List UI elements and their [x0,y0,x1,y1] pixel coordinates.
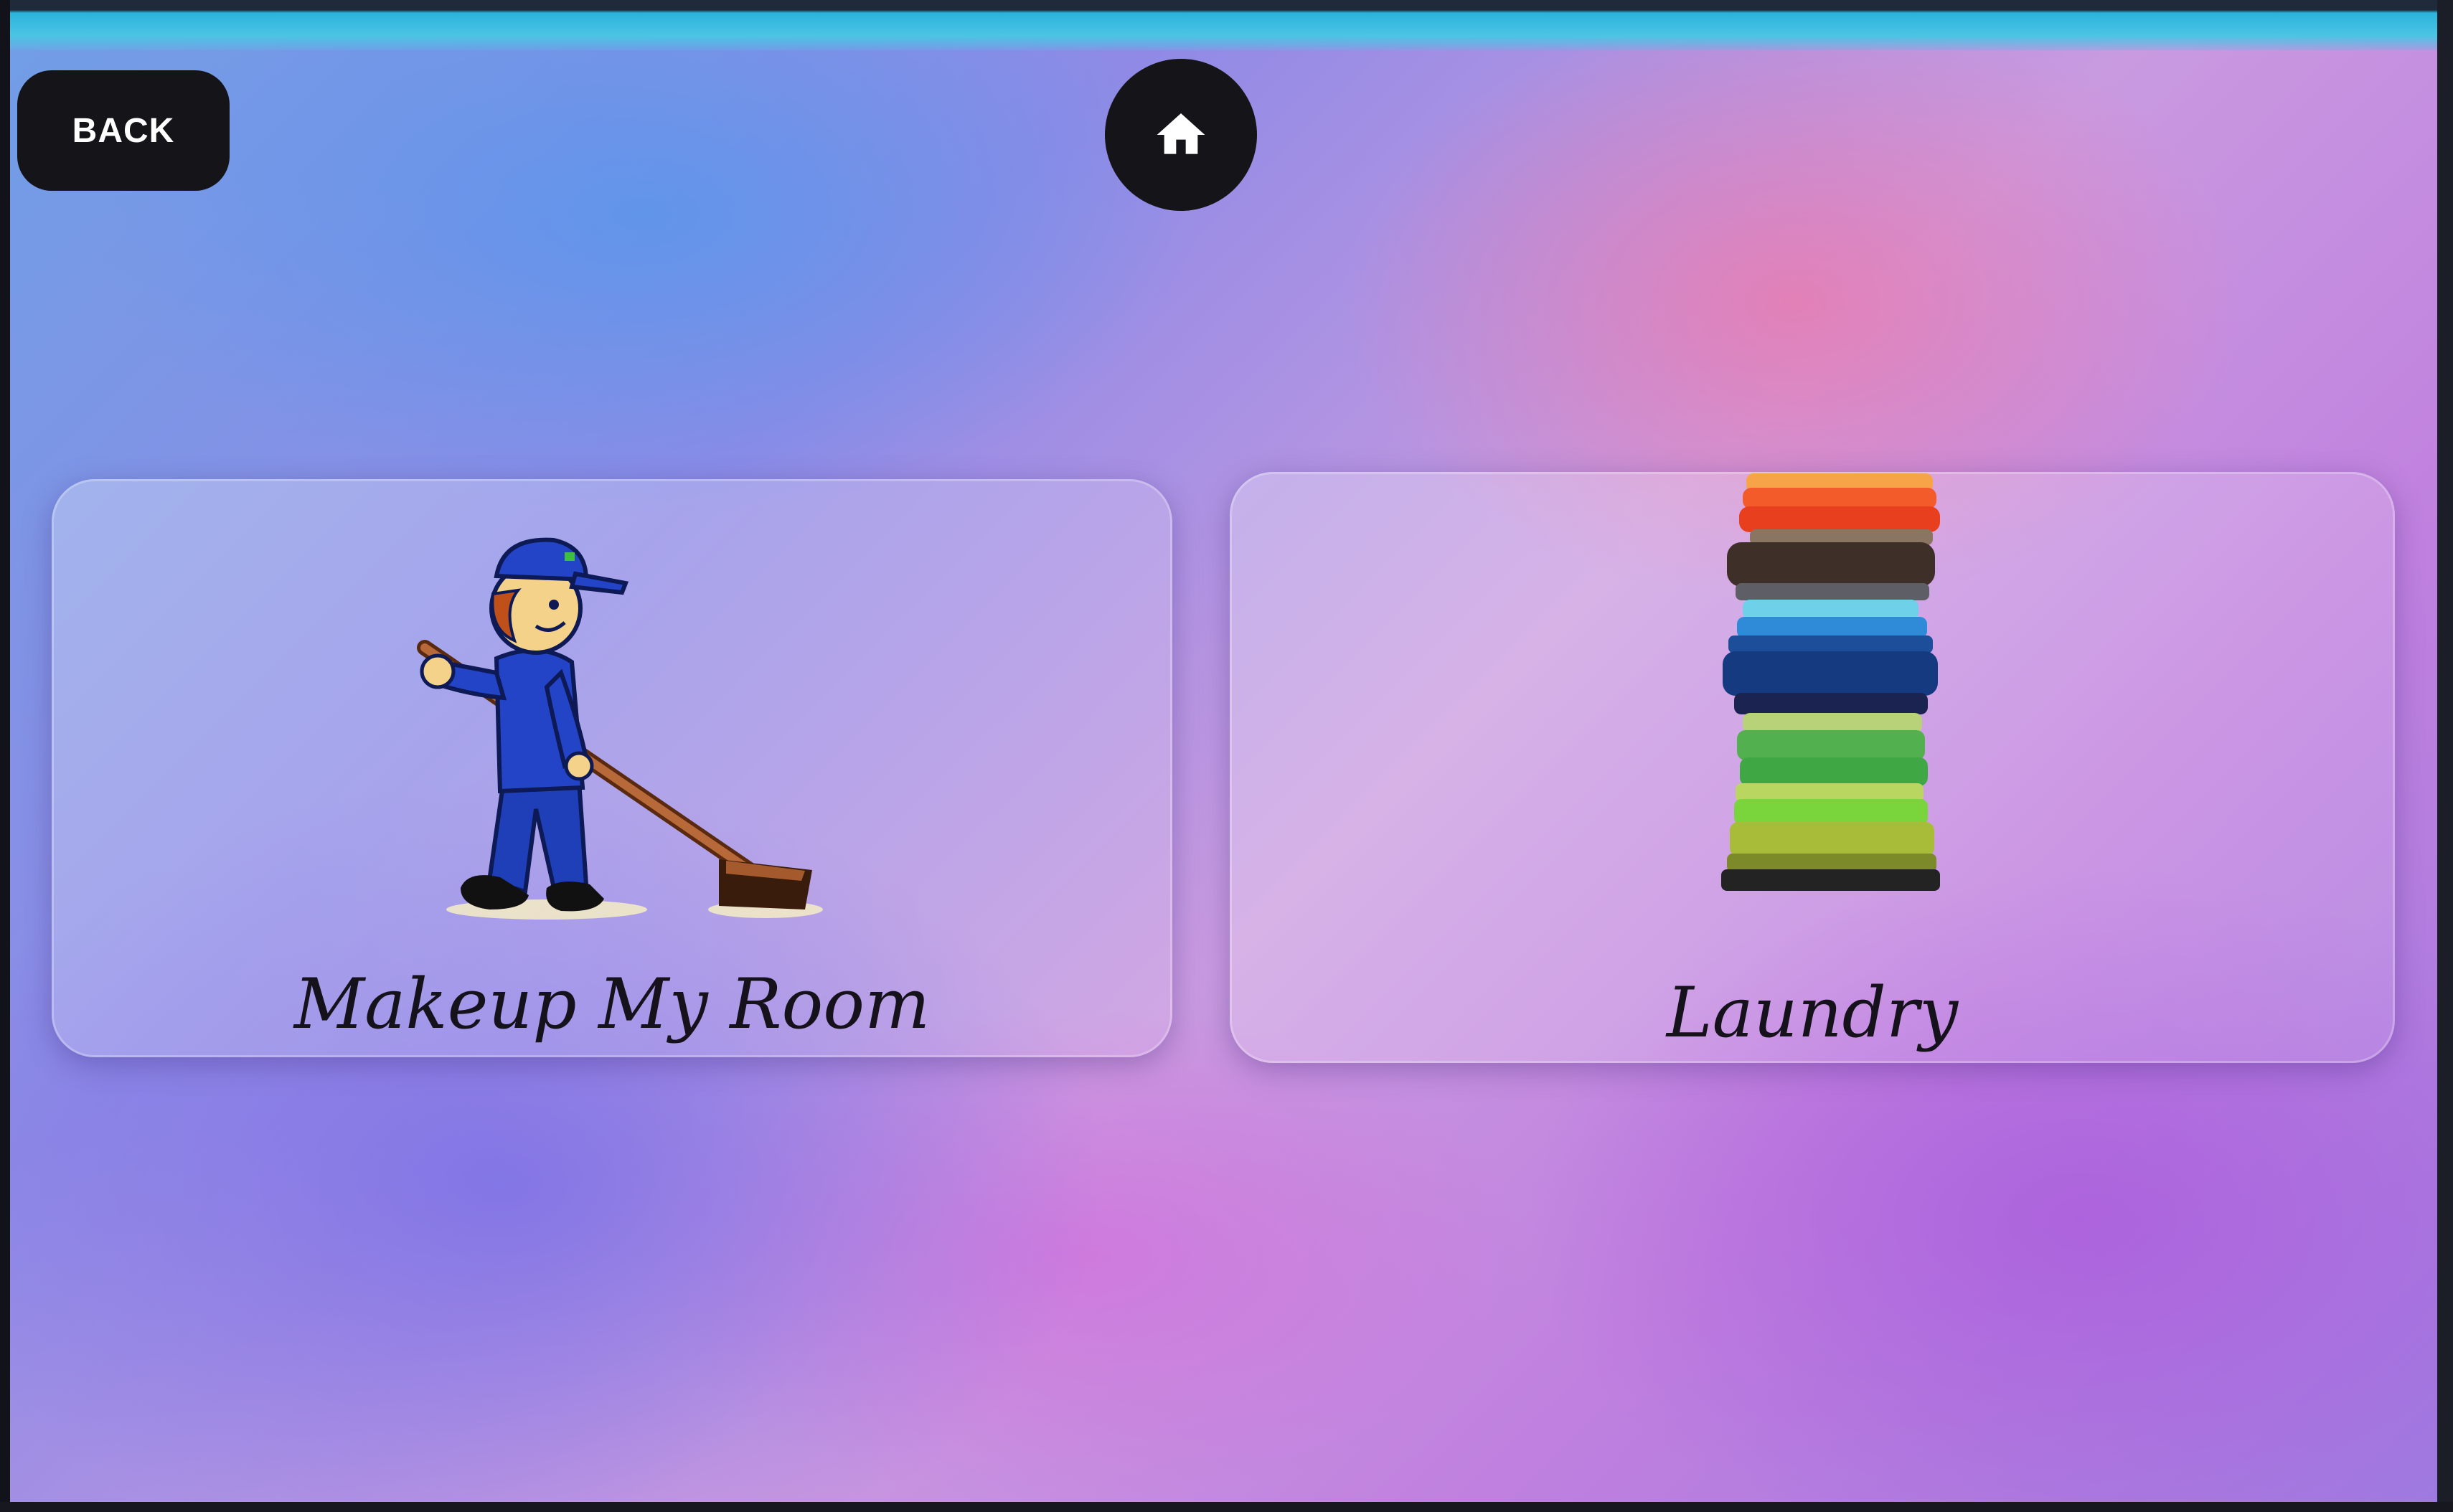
janitor-sweeping-icon [417,537,823,920]
screen-bezel-right [2437,0,2453,1512]
laundry-label: Laundry [1666,973,1959,1053]
screen-bezel-left [0,0,10,1512]
back-button[interactable]: BACK [17,70,230,191]
home-button[interactable] [1105,59,1257,211]
kiosk-screen: BACK Makeup My Room Laundry [0,0,2453,1512]
folded-clothes-stack-icon [1721,473,1940,891]
makeup-my-room-label: Makeup My Room [293,964,931,1044]
screen-bezel-bottom [0,1502,2453,1512]
home-icon [1157,113,1205,154]
top-status-strip [0,0,2453,50]
laundry-card[interactable]: Laundry [1230,472,2395,1063]
makeup-my-room-card[interactable]: Makeup My Room [52,479,1172,1057]
